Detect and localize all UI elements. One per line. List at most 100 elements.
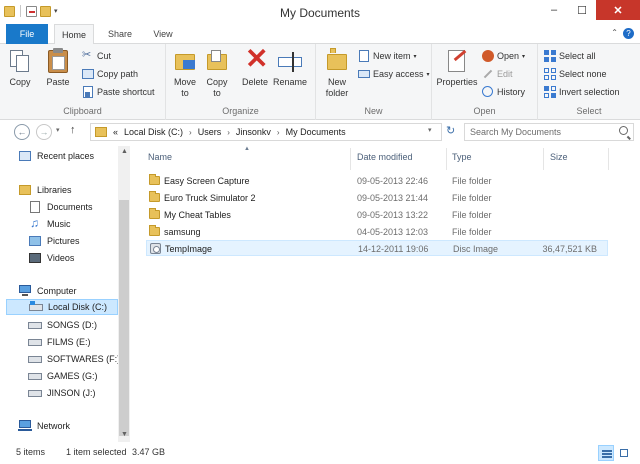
navigation-pane: Recent places Libraries Documents ♫ Musi… (0, 146, 132, 442)
tab-file[interactable]: File (6, 24, 48, 44)
selection-info: 1 item selected (66, 447, 127, 457)
scroll-down-icon[interactable]: ▼ (121, 431, 128, 438)
nav-drive-g[interactable]: GAMES (G:) (28, 368, 98, 384)
computer-icon (18, 285, 32, 297)
invert-selection-button[interactable]: Invert selection (544, 84, 620, 100)
table-row[interactable]: My Cheat Tables 09-05-2013 13:22 File fo… (146, 207, 608, 223)
forward-arrow-icon[interactable]: → (36, 124, 52, 140)
nav-documents[interactable]: Documents (28, 199, 93, 215)
address-history-chevron-icon[interactable]: ▾ (428, 126, 432, 134)
table-row[interactable]: samsung 04-05-2013 12:03 File folder (146, 224, 608, 240)
folder-icon (149, 208, 160, 219)
edit-button[interactable]: Edit (482, 66, 513, 82)
select-none-button[interactable]: Select none (544, 66, 607, 82)
paste-shortcut-icon (82, 86, 94, 98)
copy-path-button[interactable]: Copy path (82, 66, 138, 82)
item-count: 5 items (16, 447, 46, 457)
breadcrumb-separator-icon[interactable]: › (189, 128, 192, 137)
folder-icon (149, 191, 160, 202)
edit-icon (482, 68, 494, 80)
drive-icon (28, 353, 42, 365)
breadcrumb-separator-icon[interactable]: › (227, 128, 230, 137)
column-header-size[interactable]: Size (550, 152, 568, 162)
nav-local-disk-c[interactable]: Local Disk (C:) (6, 299, 118, 315)
videos-icon (28, 252, 42, 264)
details-view-icon[interactable] (598, 445, 614, 461)
recent-locations-chevron-icon[interactable]: ▾ (56, 126, 60, 134)
nav-recent-places[interactable]: Recent places (18, 148, 94, 164)
maximize-button[interactable]: ☐ (568, 0, 596, 20)
tab-home[interactable]: Home (54, 24, 94, 45)
scroll-up-icon[interactable]: ▲ (121, 148, 128, 155)
navigation-bar: ← → ▾ ↑ « Local Disk (C:) › Users › Jins… (0, 120, 640, 144)
nav-drive-e[interactable]: FILMS (E:) (28, 334, 91, 350)
easy-access-button[interactable]: Easy access ▾ (358, 66, 430, 82)
select-all-button[interactable]: Select all (544, 48, 596, 64)
cut-button[interactable]: ✂ Cut (82, 48, 111, 64)
minimize-button[interactable]: – (540, 0, 568, 20)
nav-computer[interactable]: Computer (18, 283, 77, 299)
help-icon[interactable]: ? (623, 28, 634, 39)
breadcrumb-overflow[interactable]: « (113, 127, 118, 137)
column-header-date[interactable]: Date modified (357, 152, 413, 162)
table-row[interactable]: TempImage 14-12-2011 19:06 Disc Image 36… (146, 240, 608, 256)
nav-pictures[interactable]: Pictures (28, 233, 80, 249)
search-input[interactable]: Search My Documents (464, 123, 634, 141)
nav-videos[interactable]: Videos (28, 250, 74, 266)
nav-network[interactable]: Network (18, 418, 70, 434)
network-icon (18, 420, 32, 432)
organize-group-label: Organize (222, 106, 259, 116)
drive-icon (28, 370, 42, 382)
open-group: Properties Open ▾ Edit History Open (432, 44, 538, 120)
delete-x-icon: ✕ (245, 43, 269, 74)
copy-to-button[interactable]: Copy to (202, 48, 232, 99)
properties-icon (445, 48, 469, 74)
move-to-button[interactable]: Move to (170, 48, 200, 99)
address-bar[interactable]: « Local Disk (C:) › Users › Jinsonkv › M… (90, 123, 442, 141)
large-icons-view-icon[interactable] (616, 445, 632, 461)
ribbon-tabs: File Home Share View ⌃ ? (0, 24, 640, 45)
new-folder-icon (325, 48, 349, 74)
delete-button[interactable]: ✕ Delete (240, 43, 270, 88)
nav-music[interactable]: ♫ Music (28, 216, 71, 232)
nav-drive-j[interactable]: JINSON (J:) (28, 385, 96, 401)
ribbon: Copy Paste ✂ Cut Copy path Paste shortcu… (0, 44, 640, 120)
column-header-name[interactable]: Name (148, 152, 172, 162)
paste-shortcut-button[interactable]: Paste shortcut (82, 84, 155, 100)
nav-libraries[interactable]: Libraries (18, 182, 72, 198)
paste-button[interactable]: Paste (44, 48, 72, 88)
tab-share[interactable]: Share (102, 24, 138, 44)
drive-icon (28, 336, 42, 348)
open-button[interactable]: Open ▾ (482, 48, 525, 64)
search-icon (619, 126, 628, 135)
table-row[interactable]: Easy Screen Capture 09-05-2013 22:46 Fil… (146, 173, 608, 189)
rename-icon (278, 48, 302, 74)
new-folder-button[interactable]: New folder (320, 48, 354, 99)
up-arrow-icon[interactable]: ↑ (70, 124, 76, 136)
nav-scrollbar-thumb[interactable] (119, 200, 129, 436)
move-to-icon (173, 48, 197, 74)
table-row[interactable]: Euro Truck Simulator 2 09-05-2013 21:44 … (146, 190, 608, 206)
history-button[interactable]: History (482, 84, 525, 100)
nav-drive-d[interactable]: SONGS (D:) (28, 317, 97, 333)
column-header-type[interactable]: Type (452, 152, 472, 162)
nav-drive-f[interactable]: SOFTWARES (F:) (28, 351, 120, 367)
new-group-label: New (364, 106, 383, 116)
rename-button[interactable]: Rename (272, 48, 308, 88)
breadcrumb-separator-icon[interactable]: › (277, 128, 280, 137)
recent-places-icon (18, 150, 32, 162)
tab-view[interactable]: View (146, 24, 180, 44)
back-arrow-icon[interactable]: ← (14, 124, 30, 140)
breadcrumb-my-documents[interactable]: My Documents (286, 127, 346, 137)
breadcrumb-local-disk[interactable]: Local Disk (C:) (124, 127, 183, 137)
close-button[interactable]: ✕ (596, 0, 640, 20)
new-item-button[interactable]: New item ▾ (358, 48, 417, 64)
copy-button[interactable]: Copy (8, 48, 32, 88)
clipboard-group-label: Clipboard (63, 106, 102, 116)
breadcrumb-users[interactable]: Users (198, 127, 222, 137)
refresh-icon[interactable]: ↻ (446, 124, 455, 137)
breadcrumb-jinsonkv[interactable]: Jinsonkv (236, 127, 271, 137)
properties-button[interactable]: Properties (436, 48, 478, 88)
minimize-ribbon-chevron-icon[interactable]: ⌃ (611, 28, 618, 37)
copy-to-icon (205, 48, 229, 74)
